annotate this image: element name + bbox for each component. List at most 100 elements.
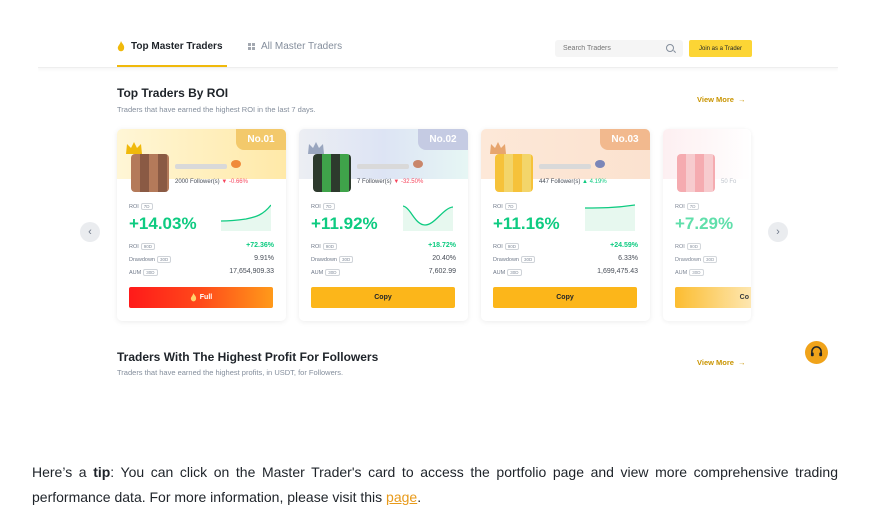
aum-label: AUM 30D <box>675 269 704 276</box>
avatar <box>131 154 169 192</box>
tip-prefix: Here’s a <box>32 464 94 480</box>
period-tag: 30D <box>689 269 704 276</box>
label-text: Drawdown <box>311 257 337 263</box>
followers-count: 447 Follower(s) ▲ 4.19% <box>539 179 607 185</box>
search-icon[interactable] <box>666 44 674 52</box>
roi-label-text: ROI <box>311 204 321 210</box>
tip-paragraph: Here’s a tip: You can click on the Maste… <box>32 460 838 510</box>
tab-top-master-traders[interactable]: Top Master Traders <box>117 41 223 52</box>
tip-bold: tip <box>93 464 111 480</box>
carousel-next-button[interactable]: › <box>768 222 788 242</box>
flame-icon <box>190 293 196 302</box>
search-box <box>555 40 683 57</box>
aum-label: AUM 30D <box>493 269 522 276</box>
full-button[interactable]: Full <box>129 287 273 308</box>
copy-button[interactable]: Copy <box>311 287 455 308</box>
search-input[interactable] <box>563 45 663 52</box>
tab-label: Top Master Traders <box>131 41 223 52</box>
avatar <box>495 154 533 192</box>
period-tag: 30D <box>507 269 522 276</box>
flame-icon <box>117 41 125 52</box>
roi-90d-value: +18.72% <box>428 242 456 249</box>
label-text: AUM <box>675 270 688 276</box>
rank-badge: No.03 <box>600 129 650 150</box>
copy-button[interactable]: Co <box>675 287 751 308</box>
join-as-trader-button[interactable]: Join as a Trader <box>689 40 752 57</box>
label-text: ROI <box>493 244 503 250</box>
trader-card-4[interactable]: 50 Fo ROI 7D +7.29% ROI 90D Drawdown 30D AU… <box>663 129 751 321</box>
period-tag: 7D <box>686 203 699 210</box>
country-flag-icon <box>595 160 605 168</box>
period-tag: 7D <box>504 203 517 210</box>
drawdown-label: Drawdown 30D <box>129 256 172 263</box>
customer-support-button[interactable] <box>805 341 828 364</box>
label-text: ROI <box>129 244 139 250</box>
period-tag: 30D <box>338 256 354 263</box>
roi-label: ROI 7D <box>675 203 699 210</box>
drawdown-value: 6.33% <box>618 255 638 262</box>
button-label: Copy <box>374 294 392 301</box>
roi-label-text: ROI <box>493 204 503 210</box>
country-flag-icon <box>231 160 241 168</box>
arrow-right-icon: → <box>737 358 746 367</box>
avatar <box>313 154 351 192</box>
period-tag: 90D <box>504 243 520 250</box>
roi-label-text: ROI <box>129 204 139 210</box>
drawdown-label: Drawdown 30D <box>493 256 536 263</box>
followers-count: 2000 Follower(s) ▼ -0.66% <box>175 179 248 185</box>
page-link[interactable]: page <box>386 489 417 505</box>
section-subtitle-profit: Traders that have earned the highest pro… <box>117 368 344 377</box>
trader-card-1[interactable]: No.01 2000 Follower(s) ▼ -0.66% ROI 7D +1… <box>117 129 286 321</box>
followers-label: 7 Follower(s) <box>357 179 392 185</box>
label-text: ROI <box>311 244 321 250</box>
roi-value: +11.92% <box>311 214 378 233</box>
section-subtitle-roi: Traders that have earned the highest ROI… <box>117 105 316 114</box>
roi-label-text: ROI <box>675 204 685 210</box>
followers-delta: ▲ 4.19% <box>582 179 607 185</box>
copy-button[interactable]: Copy <box>493 287 637 308</box>
roi-sparkline <box>221 204 271 231</box>
label-text: AUM <box>311 270 324 276</box>
trader-card-3[interactable]: No.03 447 Follower(s) ▲ 4.19% ROI 7D +11.… <box>481 129 650 321</box>
period-tag: 30D <box>520 256 536 263</box>
roi-sparkline <box>585 204 635 231</box>
roi-value: +14.03% <box>129 214 197 233</box>
roi-label: ROI 7D <box>493 203 517 210</box>
period-tag: 30D <box>156 256 172 263</box>
drawdown-value: 20.40% <box>432 255 456 262</box>
followers-delta: ▼ -32.50% <box>393 179 424 185</box>
crown-icon <box>490 142 506 154</box>
drawdown-label: Drawdown 30D <box>675 256 718 263</box>
label-text: ROI <box>675 244 685 250</box>
roi-value: +7.29% <box>675 214 734 233</box>
drawdown-value: 9.91% <box>254 255 274 262</box>
tab-all-master-traders[interactable]: All Master Traders <box>248 41 342 52</box>
followers-delta: ▼ -0.66% <box>221 179 248 185</box>
period-tag: 30D <box>325 269 340 276</box>
period-tag: 90D <box>322 243 338 250</box>
rank-badge: No.02 <box>418 129 468 150</box>
period-tag: 30D <box>702 256 718 263</box>
crown-icon <box>126 142 142 154</box>
label-text: Drawdown <box>675 257 701 263</box>
roi-90d-value: +24.59% <box>610 242 638 249</box>
aum-label: AUM 30D <box>129 269 158 276</box>
chevron-left-icon: ‹ <box>88 226 92 238</box>
copy-trading-screenshot: Top Master Traders All Master Traders Jo… <box>38 28 838 390</box>
followers-count: 50 Fo <box>721 179 737 185</box>
trader-name-blurred <box>357 164 409 169</box>
roi-90d-label: ROI 90D <box>311 243 338 250</box>
tip-body: : You can click on the Master Trader's c… <box>32 464 838 505</box>
followers-label: 2000 Follower(s) <box>175 179 220 185</box>
period-tag: 7D <box>140 203 153 210</box>
view-more-profit-link[interactable]: View More → <box>697 358 745 367</box>
button-label: Co <box>739 294 749 301</box>
roi-90d-label: ROI 90D <box>493 243 520 250</box>
carousel-prev-button[interactable]: ‹ <box>80 222 100 242</box>
view-more-roi-link[interactable]: View More → <box>697 95 745 104</box>
trader-card-2[interactable]: No.02 7 Follower(s) ▼ -32.50% ROI 7D +11.… <box>299 129 468 321</box>
tip-suffix: . <box>417 489 422 505</box>
label-text: Drawdown <box>129 257 155 263</box>
button-label: Full <box>199 294 213 301</box>
period-tag: 30D <box>143 269 158 276</box>
